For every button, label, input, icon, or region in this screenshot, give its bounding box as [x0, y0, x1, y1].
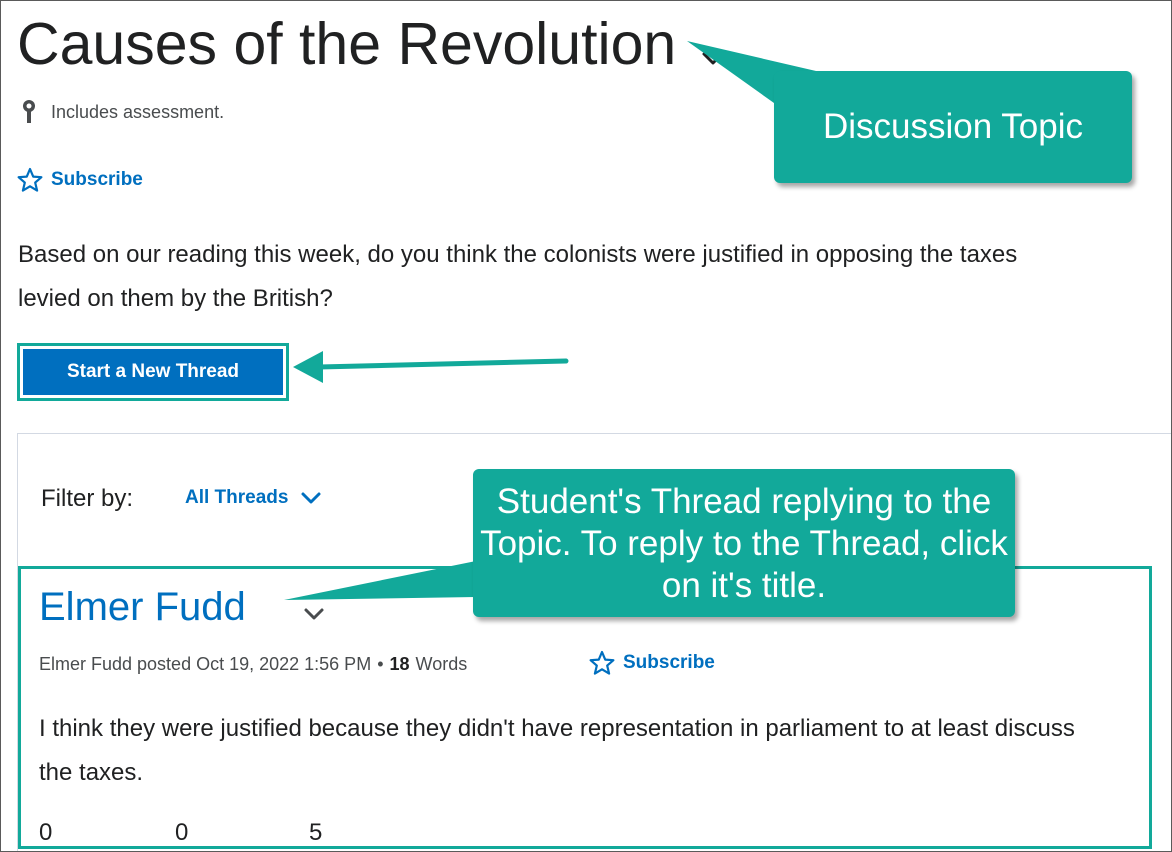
- new-thread-arrowhead: [293, 351, 323, 383]
- screenshot-frame: Causes of the Revolution Includes assess…: [0, 0, 1172, 852]
- new-thread-arrow-line: [316, 358, 569, 370]
- thread-callout: Student's Thread replying to the Topic. …: [473, 469, 1015, 617]
- discussion-topic-callout: Discussion Topic: [774, 71, 1132, 183]
- thread-callout-pointer: [284, 561, 476, 600]
